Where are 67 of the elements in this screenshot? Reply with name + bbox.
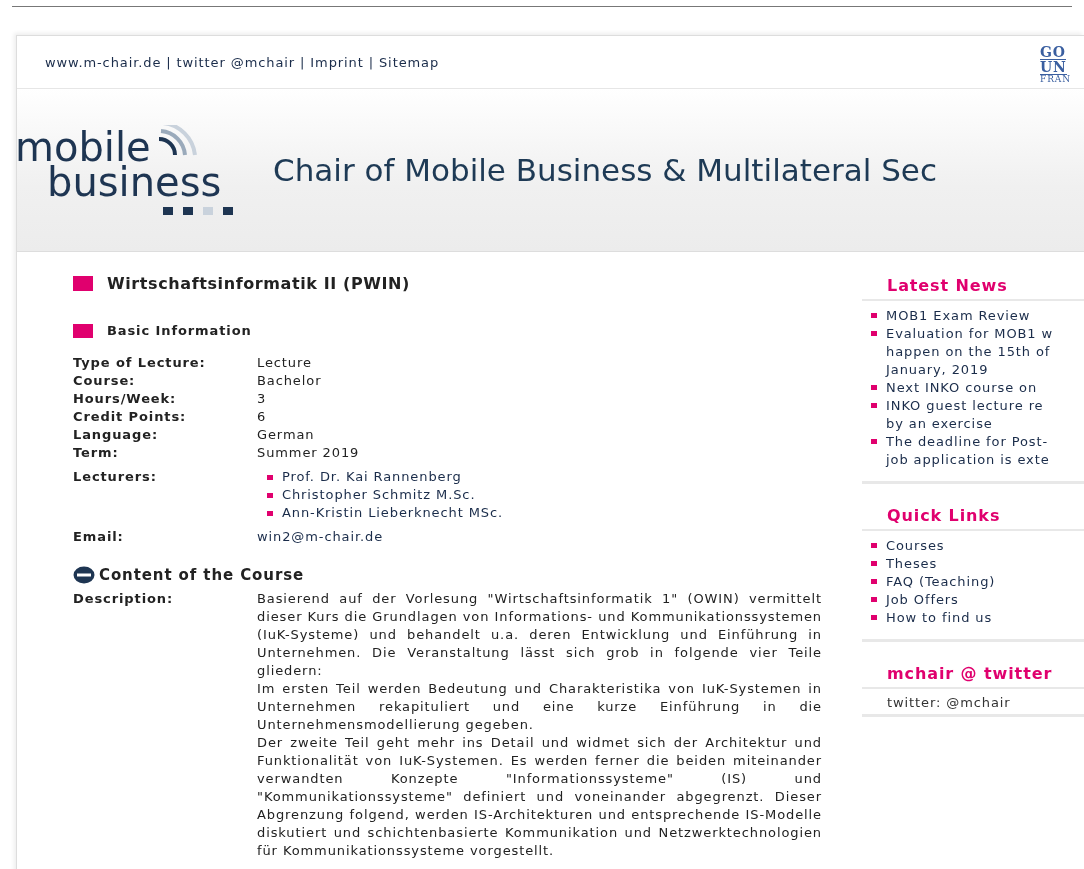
site-title: Chair of Mobile Business & Multilateral Sec [273,152,937,188]
bullet-icon [871,615,878,620]
lecturer-link[interactable]: Ann-Kristin Lieberknecht MSc. [282,504,504,522]
field-label: Description: [73,590,175,608]
lecturer-link[interactable]: Prof. Dr. Kai Rannenberg [282,468,462,486]
square-icon [73,323,93,338]
field-label: Email: [73,528,125,546]
page-title: Wirtschaftsinformatik II (PWIN) [107,274,410,293]
bullet-icon [267,510,273,516]
sidebar-link[interactable]: Courses [886,537,945,555]
bullet-icon [871,439,878,444]
sidebar-link[interactable]: Theses [886,555,938,573]
field-value: Summer 2019 [257,444,361,462]
separator: | [166,54,172,70]
bullet-icon [871,385,878,390]
sidebar-link[interactable]: How to find us [886,609,993,627]
separator: | [368,54,374,70]
sidebar-heading: mchair @ twitter [862,664,1084,689]
bullet-icon [871,543,878,548]
field-value: 6 [257,408,268,426]
description-paragraph: Im ersten Teil werden Bedeutung und Charakteristika von IuK-Systemen in Unternehmen rekapituliert und eine kurze Einführung in die Unternehmensmodellierung gegeben. [257,680,822,734]
sidebar-link[interactable]: The deadline for Post- job application is exte [886,433,1050,469]
top-link[interactable]: Imprint [310,54,364,70]
section-heading: Basic Information [107,323,252,338]
field-label: Course: [73,372,137,390]
field-value: Bachelor [257,372,323,390]
description-paragraph: Der zweite Teil geht mehr ins Detail und widmet sich der Architektur und Funktionalität von IuK-Systemen. Es werden ferner die beiden miteinander verwandten Konzepte "Informationssysteme" (IS) und "Kommunikationssysteme" definiert und voneinander abgegrenzt. Dieser Abgrenzung folgend, werden IS-Architekturen und entsprechende IS-Modelle diskutiert und schichtenbasierte Kommunikation und Netzwerktechnologien für Kommunikationssysteme vorgestellt. [257,734,822,860]
bullet-icon [267,492,273,498]
email-link[interactable]: win2@m-chair.de [257,528,846,546]
field-value: Lecture [257,354,313,372]
bullet-icon [871,579,878,584]
sidebar-heading: Quick Links [862,506,1084,531]
sidebar-link[interactable]: FAQ (Teaching) [886,573,996,591]
dots-icon [163,206,233,215]
top-link[interactable]: twitter @mchair [176,54,296,70]
field-label: Hours/Week: [73,390,178,408]
sidebar-link[interactable]: MOB1 Exam Review [886,307,1031,325]
sidebar-link[interactable]: Next INKO course on [886,379,1038,397]
field-value: 3 [257,390,268,408]
field-value: German [257,426,316,444]
bullet-icon [871,331,878,336]
twitter-text: twitter: @mchair [886,694,1012,710]
separator: | [300,54,306,70]
field-label: Term: [73,444,120,462]
field-label: Type of Lecture: [73,354,207,372]
sidebar-link[interactable]: Evaluation for MOB1 w happen on the 15th of January, 2019 [886,325,1054,379]
description-paragraph: Basierend auf der Vorlesung "Wirtschaftsinformatik 1" (OWIN) vermittelt dieser Kurs die Grundlagen von Informations- und Kommunikationssystemen (IuK-Systeme) und behandelt u.a. deren Entwicklung und Einführung in Unternehmen. Die Veranstaltung lässt sich grob in folgende vier Teile gliedern: [257,590,822,680]
sidebar-link[interactable]: Job Offers [886,591,959,609]
top-link[interactable]: www.m-chair.de [45,54,162,70]
lecturer-link[interactable]: Christopher Schmitz M.Sc. [282,486,476,504]
section-heading: Content of the Course [99,566,305,584]
logo-text: mobile [17,130,151,166]
field-label: Language: [73,426,160,444]
sidebar-heading: Latest News [862,276,1084,301]
bullet-icon [871,597,878,602]
bullet-icon [871,403,878,408]
bullet-icon [871,561,878,566]
field-label: Credit Points: [73,408,188,426]
top-link[interactable]: Sitemap [378,54,440,70]
logo-text: business [47,165,223,201]
field-label: Lecturers: [73,468,158,486]
university-logo[interactable]: GO UN FRAN [1040,40,1084,84]
bullet-icon [871,313,878,318]
square-icon [73,276,93,291]
collapse-icon[interactable] [73,566,95,584]
bullet-icon [267,474,273,480]
sidebar-link[interactable]: INKO guest lecture re by an exercise [886,397,1044,433]
